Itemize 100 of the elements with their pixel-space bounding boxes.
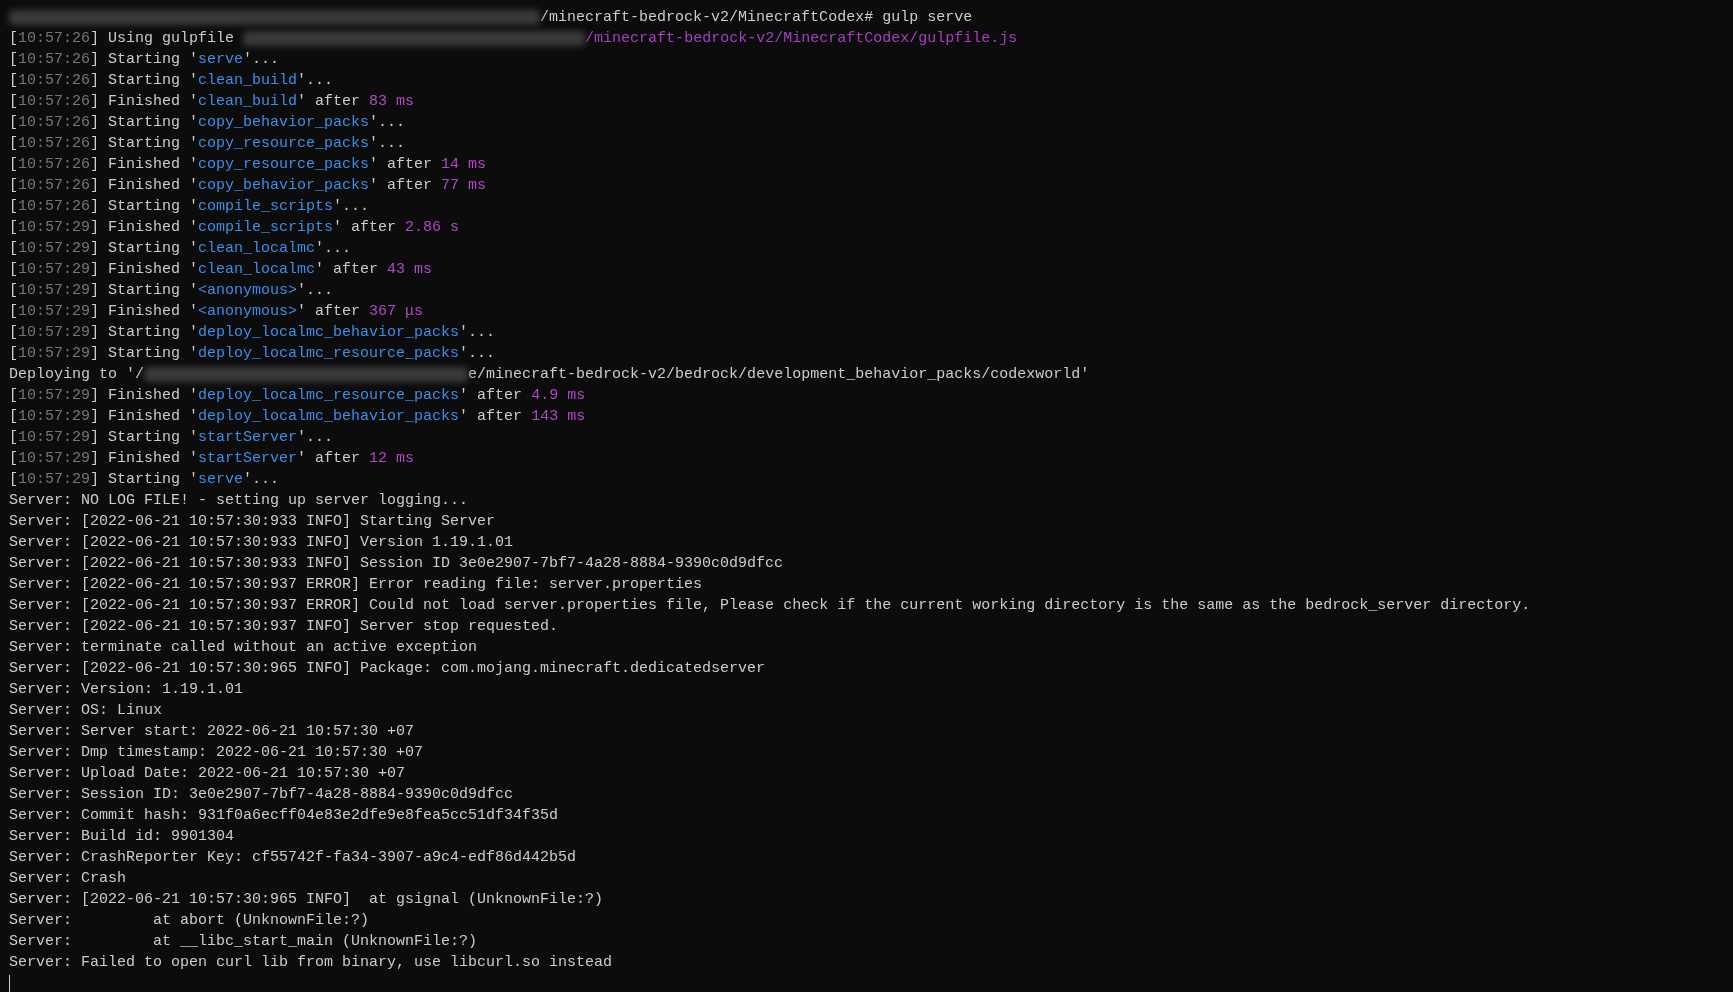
duration: 12 ms (369, 449, 415, 469)
terminal-text: ] Starting ' (90, 323, 199, 343)
timestamp: 10:57:29 (18, 344, 91, 364)
timestamp: 10:57:29 (18, 470, 91, 490)
terminal-text: ' after (297, 92, 362, 112)
terminal-text: ' after (297, 302, 362, 322)
timestamp: 10:57:29 (18, 428, 91, 448)
terminal-text: [ (9, 281, 18, 301)
terminal-text: ' after (297, 449, 362, 469)
terminal-text: ] Starting ' (90, 113, 199, 133)
terminal-text: [ (9, 302, 18, 322)
file-path: /minecraft-bedrock-v2/MinecraftCodex/gulpfile.js (585, 29, 1018, 49)
terminal-text: [ (9, 344, 18, 364)
terminal-text: ] Starting ' (90, 71, 199, 91)
terminal-text: Server: [2022-06-21 10:57:30:965 INFO] at gsignal (UnknownFile:?) (9, 890, 604, 910)
terminal-text: Server: CrashReporter Key: cf55742f-fa34-3907-a9c4-edf86d442b5d (9, 848, 577, 868)
terminal-text: [ (9, 218, 18, 238)
terminal-text: [ (9, 176, 18, 196)
duration: 4.9 ms (531, 386, 586, 406)
timestamp: 10:57:26 (18, 92, 91, 112)
timestamp: 10:57:26 (18, 176, 91, 196)
terminal-text: Deploying to '/ (9, 365, 145, 385)
timestamp: 10:57:26 (18, 134, 91, 154)
terminal-text: '... (369, 113, 406, 133)
task-name: clean_localmc (198, 239, 316, 259)
task-name: copy_behavior_packs (198, 113, 370, 133)
timestamp: 10:57:26 (18, 113, 91, 133)
task-name: <anonymous> (198, 302, 298, 322)
terminal-text: /minecraft-bedrock-v2/MinecraftCodex# gulp serve (540, 8, 973, 28)
terminal-text: ] Finished ' (90, 92, 199, 112)
terminal-text: Server: [2022-06-21 10:57:30:933 INFO] Version 1.19.1.01 (9, 533, 514, 553)
terminal-text: Server: [2022-06-21 10:57:30:933 INFO] Session ID 3e0e2907-7bf7-4a28-8884-9390c0d9dfcc (9, 554, 784, 574)
terminal-text: ] Starting ' (90, 470, 199, 490)
terminal-text: ] Finished ' (90, 218, 199, 238)
terminal-text: Server: Upload Date: 2022-06-21 10:57:30 +07 (9, 764, 406, 784)
terminal-text: ] Finished ' (90, 176, 199, 196)
terminal-text: ] Finished ' (90, 302, 199, 322)
task-name: serve (198, 50, 244, 70)
terminal-text: e/minecraft-bedrock-v2/bedrock/development_behavior_packs/codexworld' (468, 365, 1090, 385)
terminal-text: '... (297, 281, 334, 301)
terminal-text: Server: at __libc_start_main (UnknownFile:?) (9, 932, 478, 952)
terminal-text: ] Starting ' (90, 239, 199, 259)
terminal-text: Server: at abort (UnknownFile:?) (9, 911, 370, 931)
terminal-text: Server: NO LOG FILE! - setting up server logging... (9, 491, 469, 511)
terminal-text: '... (297, 428, 334, 448)
task-name: startServer (198, 428, 298, 448)
terminal-text: Server: Dmp timestamp: 2022-06-21 10:57:30 +07 (9, 743, 424, 763)
terminal-text: ] Starting ' (90, 197, 199, 217)
duration: 2.86 s (405, 218, 460, 238)
terminal-text: Server: Version: 1.19.1.01 (9, 680, 244, 700)
timestamp: 10:57:26 (18, 71, 91, 91)
terminal-text: '... (243, 50, 280, 70)
terminal-text: [ (9, 470, 18, 490)
task-name: startServer (198, 449, 298, 469)
terminal-text: Server: [2022-06-21 10:57:30:933 INFO] Starting Server (9, 512, 496, 532)
terminal-text: '... (369, 134, 406, 154)
timestamp: 10:57:29 (18, 323, 91, 343)
terminal-text: Server: Commit hash: 931f0a6ecff04e83e2dfe9e8fea5cc51df34f35d (9, 806, 559, 826)
timestamp: 10:57:26 (18, 197, 91, 217)
terminal-text: Server: Session ID: 3e0e2907-7bf7-4a28-8884-9390c0d9dfcc (9, 785, 514, 805)
task-name: compile_scripts (198, 197, 334, 217)
terminal-text: ] Finished ' (90, 449, 199, 469)
task-name: <anonymous> (198, 281, 298, 301)
terminal-text: ] Starting ' (90, 281, 199, 301)
task-name: deploy_localmc_resource_packs (198, 386, 460, 406)
duration: 14 ms (441, 155, 487, 175)
terminal-text: Server: [2022-06-21 10:57:30:937 ERROR] Error reading file: server.properties (9, 575, 703, 595)
terminal-text: ] Starting ' (90, 428, 199, 448)
terminal-text: Server: Crash (9, 869, 127, 889)
terminal-text: [ (9, 260, 18, 280)
terminal-text: ' after (369, 155, 434, 175)
task-name: copy_resource_packs (198, 155, 370, 175)
task-name: serve (198, 470, 244, 490)
terminal-text: Server: Build id: 9901304 (9, 827, 235, 847)
terminal-text: [ (9, 134, 18, 154)
terminal-text: ] Starting ' (90, 344, 199, 364)
terminal-text: [ (9, 92, 18, 112)
timestamp: 10:57:29 (18, 260, 91, 280)
timestamp: 10:57:26 (18, 29, 91, 49)
terminal-text: [ (9, 323, 18, 343)
terminal-text: '... (315, 239, 352, 259)
task-name: deploy_localmc_resource_packs (198, 344, 460, 364)
terminal-text: Server: terminate called without an active exception (9, 638, 478, 658)
terminal-text: ' after (369, 176, 434, 196)
terminal-text: Server: Server start: 2022-06-21 10:57:30 +07 (9, 722, 415, 742)
terminal-text: [ (9, 407, 18, 427)
timestamp: 10:57:29 (18, 407, 91, 427)
timestamp: 10:57:29 (18, 386, 91, 406)
terminal-text: [ (9, 50, 18, 70)
terminal-text: Server: [2022-06-21 10:57:30:937 ERROR] Could not load server.properties file, Please check if the current working directory is the same as the bedrock_server directory. (9, 596, 1531, 616)
timestamp: 10:57:29 (18, 239, 91, 259)
duration: 43 ms (387, 260, 433, 280)
terminal-text: [ (9, 386, 18, 406)
task-name: deploy_localmc_behavior_packs (198, 323, 460, 343)
terminal-text: ] Finished ' (90, 260, 199, 280)
task-name: copy_resource_packs (198, 134, 370, 154)
terminal-text: Server: [2022-06-21 10:57:30:937 INFO] Server stop requested. (9, 617, 559, 637)
timestamp: 10:57:29 (18, 218, 91, 238)
terminal-text: ] Using gulpfile (90, 29, 236, 49)
terminal-text: [ (9, 155, 18, 175)
